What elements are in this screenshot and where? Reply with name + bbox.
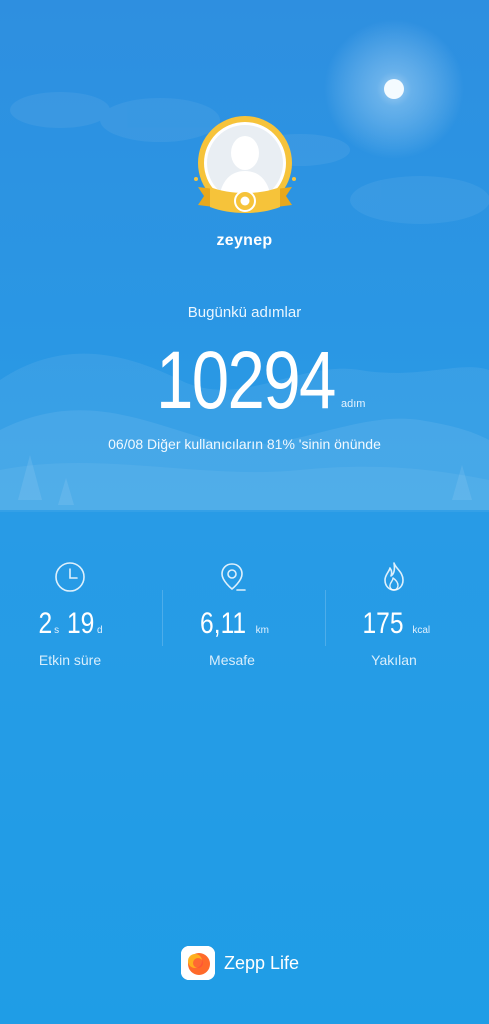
distance-unit: km [255, 625, 269, 636]
steps-count: 10294 [156, 335, 336, 426]
active-minutes-value: 19 [66, 607, 94, 640]
brand-name: Zepp Life [224, 953, 300, 973]
avatar[interactable] [190, 115, 300, 230]
steps-unit: adım [341, 398, 366, 410]
flame-icon [384, 562, 404, 591]
stat-active-time[interactable]: 2s 19 d Etkin süre [0, 560, 145, 668]
active-hours-unit: s [54, 625, 60, 636]
stat-distance[interactable]: 6,11 km Mesafe [157, 560, 307, 668]
zepp-logo-icon [181, 946, 215, 980]
active-hours-value: 2 [38, 607, 53, 640]
active-minutes-unit: d [96, 625, 103, 636]
active-time-label: Etkin süre [38, 652, 102, 668]
stat-calories[interactable]: 175 kcal Yakılan [319, 560, 469, 668]
stats-row: 2s 19 d Etkin süre 6,11 km Mesafe 175 kca… [0, 560, 489, 680]
brand-footer: Zepp Life [0, 945, 489, 981]
ranking-text: 06/08 Diğer kullanıcıların 81% 'sinin ön… [108, 436, 381, 452]
gold-badge-icon [194, 116, 296, 213]
steps-display[interactable]: 10294 adım [0, 338, 489, 424]
calories-label: Yakılan [371, 652, 417, 668]
location-pin-icon [221, 563, 246, 591]
calories-value: 175 [362, 607, 404, 640]
username: zeynep [216, 232, 273, 249]
distance-label: Mesafe [209, 652, 255, 668]
calories-unit: kcal [412, 625, 431, 636]
today-steps-label: Bugünkü adımlar [187, 304, 302, 321]
distance-value: 6,11 [200, 607, 247, 640]
zepp-life-logo [181, 946, 215, 980]
clock-icon [55, 562, 85, 592]
